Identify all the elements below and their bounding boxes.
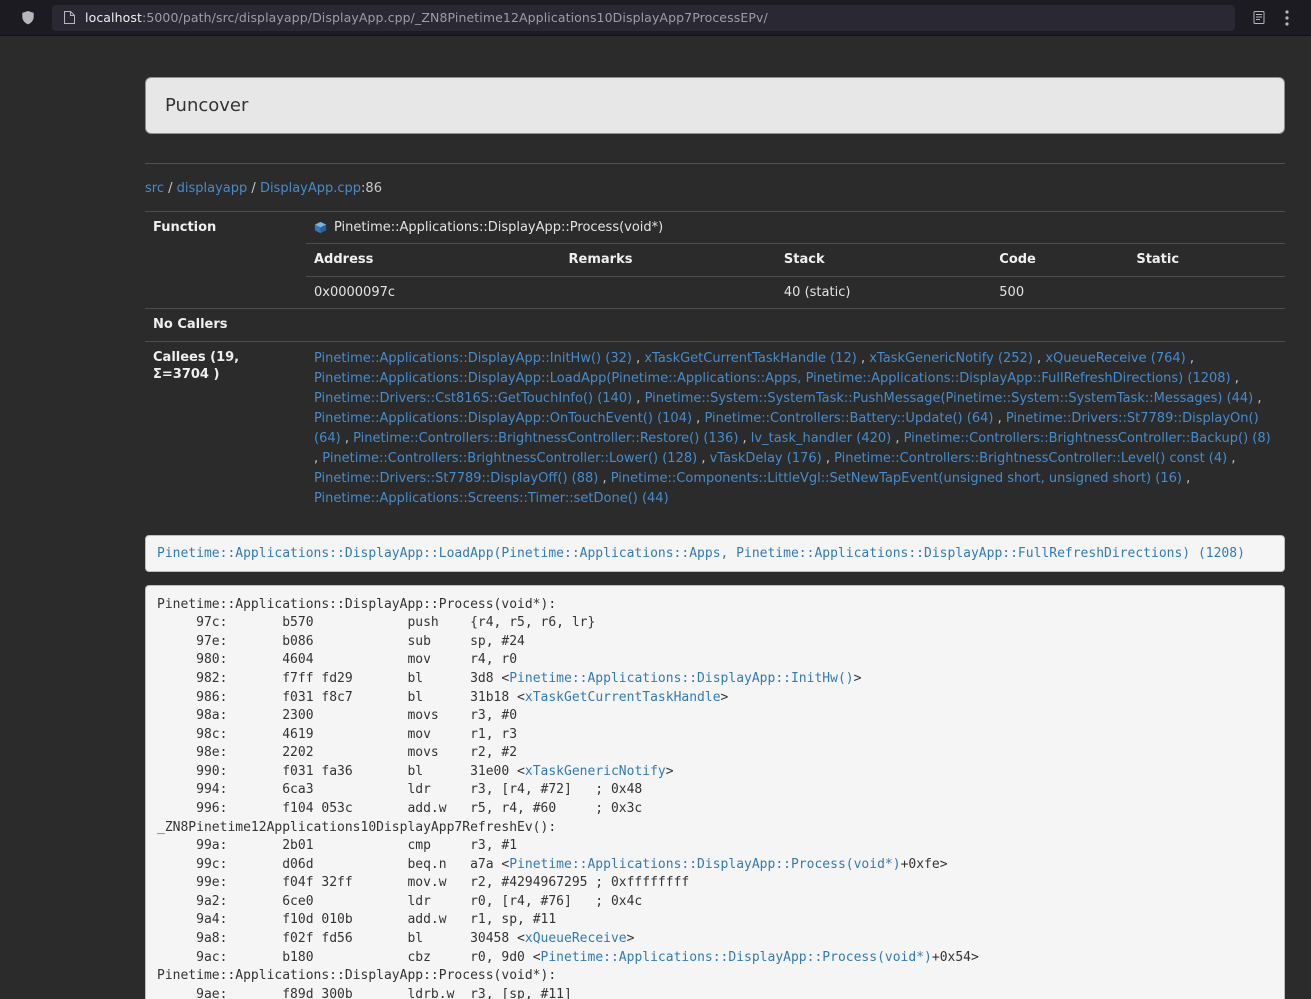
callee-separator: , bbox=[857, 351, 869, 366]
page-info-icon[interactable] bbox=[62, 5, 76, 31]
callee-separator: , bbox=[341, 431, 353, 446]
stats-header-row: Address Remarks Stack Code Static bbox=[306, 244, 1285, 277]
callee-separator: , bbox=[598, 471, 610, 486]
stats-header-code: Code bbox=[991, 244, 1128, 277]
callee-link[interactable]: xTaskGetCurrentTaskHandle (12) bbox=[644, 351, 856, 366]
callee-link[interactable]: Pinetime::Controllers::Battery::Update()… bbox=[704, 411, 993, 426]
breadcrumb-separator: / bbox=[247, 181, 260, 196]
callee-link[interactable]: Pinetime::Drivers::St7789::DisplayOff() … bbox=[314, 471, 598, 486]
assembly-symbol-link[interactable]: xQueueReceive bbox=[525, 931, 627, 946]
function-name: Pinetime::Applications::DisplayApp::Proc… bbox=[334, 219, 663, 236]
no-callers-label: No Callers bbox=[145, 309, 306, 342]
shield-icon bbox=[21, 10, 35, 25]
stats-header-stack: Stack bbox=[776, 244, 991, 277]
callee-separator: , bbox=[891, 431, 903, 446]
divider-rule bbox=[145, 163, 1285, 164]
stats-value-address: 0x0000097c bbox=[306, 276, 561, 308]
breadcrumb-separator: / bbox=[164, 181, 177, 196]
menu-button[interactable] bbox=[1273, 5, 1301, 31]
breadcrumb-link-file[interactable]: DisplayApp.cpp bbox=[260, 181, 361, 196]
callee-separator: , bbox=[1253, 391, 1261, 406]
browser-chrome: localhost:5000/path/src/displayapp/Displ… bbox=[0, 0, 1311, 36]
symbol-table: Function Pinetime::Applications::Display… bbox=[145, 211, 1285, 516]
callee-separator: , bbox=[692, 411, 704, 426]
callee-separator: , bbox=[632, 391, 644, 406]
content-container: Puncover src / displayapp / DisplayApp.c… bbox=[145, 36, 1285, 999]
callee-separator: , bbox=[993, 411, 1005, 426]
url-host: localhost bbox=[85, 10, 142, 25]
stats-value-stack: 40 (static) bbox=[776, 276, 991, 308]
stats-value-remarks bbox=[561, 276, 776, 308]
callee-separator: , bbox=[1231, 371, 1239, 386]
breadcrumb: src / displayapp / DisplayApp.cpp:86 bbox=[145, 180, 1285, 198]
assembly-symbol-link[interactable]: Pinetime::Applications::DisplayApp::Proc… bbox=[509, 857, 900, 872]
assembly-code: Pinetime::Applications::DisplayApp::Proc… bbox=[145, 585, 1285, 999]
callee-link[interactable]: Pinetime::Components::LittleVgl::SetNewT… bbox=[611, 471, 1182, 486]
reader-mode-button[interactable] bbox=[1245, 5, 1273, 31]
callee-separator: , bbox=[1033, 351, 1045, 366]
callee-link[interactable]: Pinetime::Applications::Screens::Timer::… bbox=[314, 491, 669, 506]
function-row-label: Function bbox=[145, 212, 306, 309]
assembly-symbol-link[interactable]: Pinetime::Applications::DisplayApp::Proc… bbox=[541, 950, 932, 965]
callee-link[interactable]: Pinetime::Controllers::BrightnessControl… bbox=[834, 451, 1227, 466]
function-title-line: Pinetime::Applications::DisplayApp::Proc… bbox=[306, 212, 1285, 243]
callee-link[interactable]: Pinetime::Controllers::BrightnessControl… bbox=[322, 451, 697, 466]
callee-link[interactable]: Pinetime::Applications::DisplayApp::Load… bbox=[314, 371, 1231, 386]
callee-link[interactable]: Pinetime::System::SystemTask::PushMessag… bbox=[645, 391, 1254, 406]
app-banner: Puncover bbox=[145, 77, 1285, 134]
breadcrumb-link-src[interactable]: src bbox=[145, 181, 164, 196]
callee-link[interactable]: xTaskGenericNotify (252) bbox=[869, 351, 1033, 366]
stats-value-code: 500 bbox=[991, 276, 1128, 308]
loadapp-highlight-link[interactable]: Pinetime::Applications::DisplayApp::Load… bbox=[157, 546, 1245, 561]
assembly-symbol-link[interactable]: xTaskGenericNotify bbox=[525, 764, 666, 779]
highlight-block: Pinetime::Applications::DisplayApp::Load… bbox=[145, 535, 1285, 572]
callee-link[interactable]: Pinetime::Drivers::Cst816S::GetTouchInfo… bbox=[314, 391, 632, 406]
callees-label: Callees (19, Σ=3704 ) bbox=[145, 341, 306, 516]
assembly-symbol-link[interactable]: Pinetime::Applications::DisplayApp::Init… bbox=[509, 671, 853, 686]
callee-link[interactable]: Pinetime::Applications::DisplayApp::OnTo… bbox=[314, 411, 692, 426]
breadcrumb-link-displayapp[interactable]: displayapp bbox=[177, 181, 248, 196]
stats-header-address: Address bbox=[306, 244, 561, 277]
callee-separator: , bbox=[632, 351, 644, 366]
callee-separator: , bbox=[738, 431, 750, 446]
stats-header-static: Static bbox=[1128, 244, 1285, 277]
no-callers-row: No Callers bbox=[145, 309, 1285, 342]
callee-link[interactable]: vTaskDelay (176) bbox=[710, 451, 822, 466]
breadcrumb-line-number: :86 bbox=[361, 181, 382, 196]
kebab-menu-icon bbox=[1285, 10, 1289, 26]
callees-list: Pinetime::Applications::DisplayApp::Init… bbox=[306, 341, 1285, 516]
stats-table: Address Remarks Stack Code Static 0x0000… bbox=[306, 243, 1285, 308]
reader-mode-icon bbox=[1252, 10, 1266, 25]
tracking-shield-button[interactable] bbox=[14, 5, 42, 31]
callee-link[interactable]: Pinetime::Controllers::BrightnessControl… bbox=[353, 431, 738, 446]
url-path: :5000/path/src/displayapp/DisplayApp.cpp… bbox=[142, 10, 768, 25]
callee-link[interactable]: lv_task_handler (420) bbox=[751, 431, 891, 446]
page-content: Puncover src / displayapp / DisplayApp.c… bbox=[0, 36, 1311, 999]
callee-separator: , bbox=[1182, 471, 1190, 486]
callee-link[interactable]: xQueueReceive (764) bbox=[1045, 351, 1185, 366]
no-callers-cell bbox=[306, 309, 1285, 342]
callee-link[interactable]: Pinetime::Controllers::BrightnessControl… bbox=[904, 431, 1271, 446]
app-title: Puncover bbox=[165, 95, 248, 116]
assembly-symbol-link[interactable]: xTaskGetCurrentTaskHandle bbox=[525, 690, 721, 705]
callee-separator: , bbox=[1227, 451, 1235, 466]
callee-link[interactable]: Pinetime::Applications::DisplayApp::Init… bbox=[314, 351, 632, 366]
callees-row: Callees (19, Σ=3704 ) Pinetime::Applicat… bbox=[145, 341, 1285, 516]
function-row: Function Pinetime::Applications::Display… bbox=[145, 212, 1285, 309]
url-text: localhost:5000/path/src/displayapp/Displ… bbox=[85, 10, 768, 25]
function-icon bbox=[314, 221, 327, 234]
url-bar[interactable]: localhost:5000/path/src/displayapp/Displ… bbox=[52, 5, 1235, 31]
callee-separator: , bbox=[822, 451, 834, 466]
callee-separator: , bbox=[697, 451, 709, 466]
stats-value-static bbox=[1128, 276, 1285, 308]
callee-separator: , bbox=[1186, 351, 1194, 366]
stats-header-remarks: Remarks bbox=[561, 244, 776, 277]
stats-value-row: 0x0000097c 40 (static) 500 bbox=[306, 276, 1285, 308]
